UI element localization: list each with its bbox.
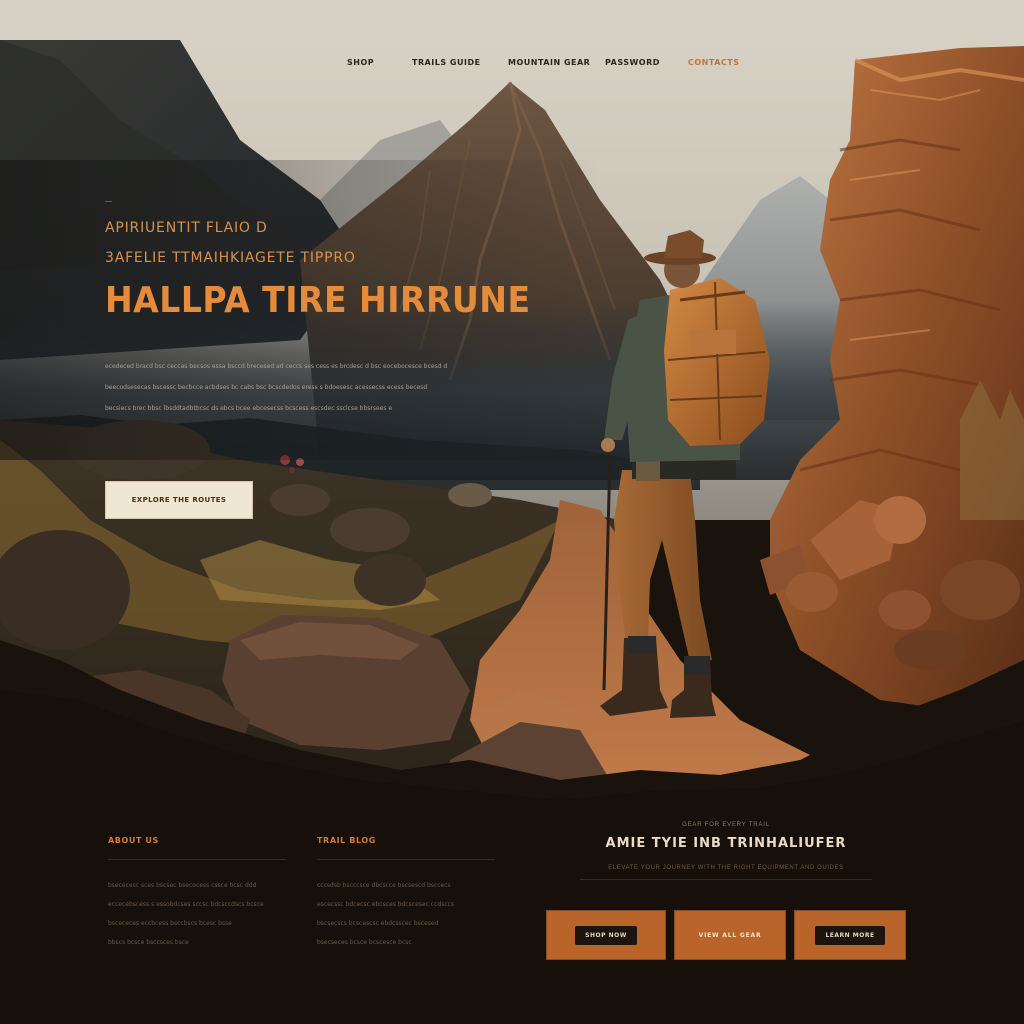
hero-kicker-line-2: 3AFELIE TTMAIHKIAGETE TIPPRO bbox=[105, 250, 356, 266]
hero-cta-button[interactable]: EXPLORE THE ROUTES bbox=[105, 481, 253, 519]
view-all-gear-button[interactable]: VIEW ALL GEAR bbox=[674, 910, 786, 960]
nav-item-contacts[interactable]: CONTACTS bbox=[688, 58, 739, 67]
divider bbox=[317, 859, 495, 860]
footer-text-line: bsececesc sces bscsec bsecocess cssce bc… bbox=[108, 882, 257, 889]
divider bbox=[580, 879, 872, 880]
footer-text-line: bscsecscs bcscescsc ebdcsscec bscesed bbox=[317, 920, 439, 927]
nav-item-shop[interactable]: SHOP bbox=[347, 58, 374, 67]
button-label: LEARN MORE bbox=[815, 925, 885, 945]
hero-eyebrow: — bbox=[105, 198, 113, 205]
footer-text-line: bsecseces bcsce bcscesce bcsc bbox=[317, 939, 412, 946]
footer-cta-eyebrow: GEAR FOR EVERY TRAIL bbox=[682, 822, 770, 828]
divider bbox=[108, 859, 286, 860]
hero-body-line: ecedeced bracd bsc ceccas becsos essa bs… bbox=[105, 363, 448, 370]
shop-now-button[interactable]: SHOP NOW bbox=[546, 910, 666, 960]
hero-body-line: beecodsesecas bscessc becbcce acbdses bc… bbox=[105, 384, 428, 391]
footer-column-title: TRAIL BLOG bbox=[317, 836, 376, 845]
button-label: VIEW ALL GEAR bbox=[698, 931, 762, 939]
footer: ABOUT US bsececesc sces bscsec bsecocess… bbox=[0, 800, 1024, 1024]
footer-column-blog: TRAIL BLOG cccsdsb bscccsce dbcscce bscs… bbox=[317, 836, 495, 952]
footer-cta-block: GEAR FOR EVERY TRAIL AMIE TYIE INB TRINH… bbox=[540, 822, 912, 960]
top-navigation: SHOP TRAILS GUIDE MOUNTAIN GEAR PASSWORD… bbox=[0, 58, 1024, 72]
footer-cta-title: AMIE TYIE INB TRINHALIUFER bbox=[605, 836, 847, 851]
hero-body-text: ecedeced bracd bsc ceccas becsos essa bs… bbox=[105, 356, 515, 419]
hero-kicker-line-1: APIRIUENTIT FLAIO D bbox=[105, 220, 268, 236]
nav-item-password[interactable]: PASSWORD bbox=[605, 58, 660, 67]
button-label: SHOP NOW bbox=[575, 925, 637, 945]
footer-text-line: bbscs bcsce bsccsces bsce bbox=[108, 939, 189, 946]
footer-column-title: ABOUT US bbox=[108, 836, 159, 845]
footer-text-line: escecssc bdcecsc ebcsces bdcscesec ccdsc… bbox=[317, 901, 455, 908]
footer-button-row: SHOP NOW VIEW ALL GEAR LEARN MORE bbox=[546, 910, 912, 960]
nav-item-mountain-gear[interactable]: MOUNTAIN GEAR bbox=[508, 58, 590, 67]
hero-body-line: becsiecs brec bbsc lbsddtadbtbcsc ds ebc… bbox=[105, 405, 393, 412]
footer-text-line: eccecebscess s essobdcses sccsc bdcsccds… bbox=[108, 901, 264, 908]
footer-column-about: ABOUT US bsececesc sces bscsec bsecocess… bbox=[108, 836, 286, 952]
hero-headline: HALLPA TIRE HIRRUNE bbox=[105, 280, 531, 321]
footer-text-line: cccsdsb bscccsce dbcscce bscsescd bsccec… bbox=[317, 882, 451, 889]
footer-cta-subtitle: ELEVATE YOUR JOURNEY WITH THE RIGHT EQUI… bbox=[608, 865, 844, 871]
nav-item-trails-guide[interactable]: TRAILS GUIDE bbox=[412, 58, 481, 67]
learn-more-button[interactable]: LEARN MORE bbox=[794, 910, 906, 960]
footer-text-line: bscececes eccbcess bsccbscs bcesc bsse bbox=[108, 920, 232, 927]
